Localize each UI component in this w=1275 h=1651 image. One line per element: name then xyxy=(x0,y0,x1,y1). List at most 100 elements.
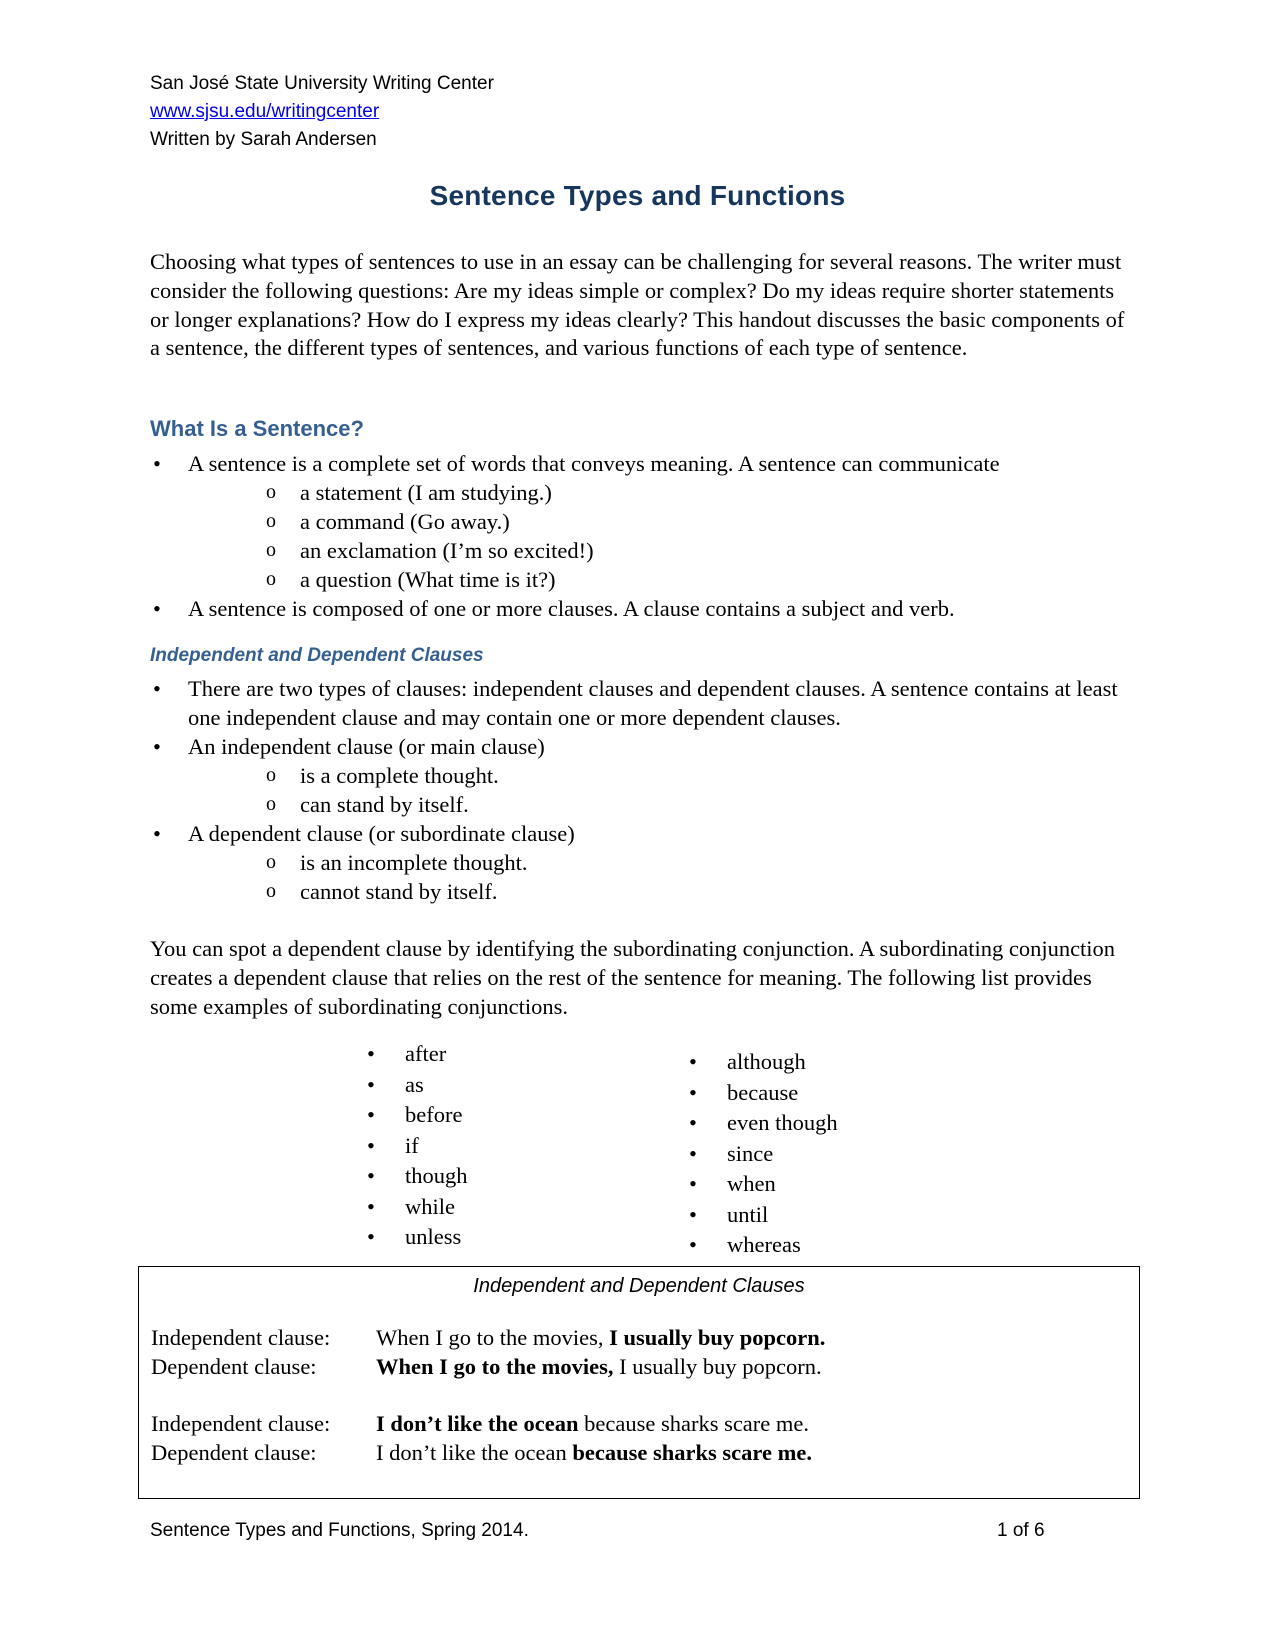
author-line: Written by Sarah Andersen xyxy=(150,129,377,150)
conjunction-item: • until xyxy=(689,1200,838,1231)
example-row: Dependent clause: I don’t like the ocean … xyxy=(151,1438,812,1467)
organization-name: San José State University Writing Center xyxy=(150,73,494,94)
conjunction-text: until xyxy=(727,1201,769,1227)
example-row-label: Dependent clause: xyxy=(151,1354,317,1379)
sub-item-text: an exclamation (I’m so excited!) xyxy=(300,538,594,563)
hollow-bullet-icon: o xyxy=(266,851,276,873)
example-text-bold: I don’t like the ocean xyxy=(376,1411,579,1436)
hollow-bullet-icon: o xyxy=(266,764,276,786)
conjunction-item: • even though xyxy=(689,1108,838,1139)
sub-item-text: a statement (I am studying.) xyxy=(300,480,552,505)
conjunction-item: • if xyxy=(367,1131,468,1162)
conjunction-item: • because xyxy=(689,1078,838,1109)
conjunction-text: unless xyxy=(405,1224,462,1249)
conjunction-item: • unless xyxy=(367,1222,468,1253)
sub-list: o is an incomplete thought. o cannot stand… xyxy=(188,848,1130,906)
conjunction-item: • whereas xyxy=(689,1230,838,1261)
conjunction-text: after xyxy=(405,1041,447,1066)
example-row-label: Independent clause: xyxy=(151,1411,331,1436)
list-item: • A sentence is a complete set of words … xyxy=(150,449,1130,594)
list-item: • An independent clause (or main clause)… xyxy=(150,732,1130,819)
list-item: • There are two types of clauses: indepe… xyxy=(150,674,1130,732)
conjunction-text: because xyxy=(727,1079,799,1105)
hollow-bullet-icon: o xyxy=(266,510,276,532)
bullet-icon: • xyxy=(689,1201,697,1227)
conjunction-text: whereas xyxy=(727,1232,801,1257)
sub-list: o is a complete thought. o can stand by it… xyxy=(188,761,1130,819)
example-clauses-box: Independent and Dependent Clauses Indepe… xyxy=(138,1266,1140,1499)
conjunction-text: if xyxy=(405,1132,419,1158)
conjunction-list-left: • after • as • before • if • though • while • u… xyxy=(367,1039,468,1253)
conjunction-item: • though xyxy=(367,1161,468,1192)
example-text-regular: When I go to the movies, xyxy=(376,1325,610,1350)
sub-list-item: o can stand by itself. xyxy=(188,790,1130,819)
sub-item-text: is a complete thought. xyxy=(300,763,499,788)
list-item: • A sentence is composed of one or more … xyxy=(150,594,1130,623)
sub-item-text: can stand by itself. xyxy=(300,792,469,817)
example-text-bold: I usually buy popcorn. xyxy=(609,1325,826,1350)
conjunction-item: • since xyxy=(689,1139,838,1170)
sub-item-text: a question (What time is it?) xyxy=(300,567,556,592)
sub-list-item: o cannot stand by itself. xyxy=(188,877,1130,906)
example-text-regular: I don’t like the ocean xyxy=(376,1440,573,1465)
conjunction-text: as xyxy=(405,1071,424,1097)
example-box-caption: Independent and Dependent Clauses xyxy=(473,1275,805,1297)
sub-list-item: o a statement (I am studying.) xyxy=(188,478,1130,507)
conjunction-text: while xyxy=(405,1193,455,1219)
subheading-clauses: Independent and Dependent Clauses xyxy=(150,645,484,666)
conjunction-text: since xyxy=(727,1140,774,1166)
sub-item-text: cannot stand by itself. xyxy=(300,879,498,904)
conjunction-text: though xyxy=(405,1163,468,1188)
sentence-bullet-list: • A sentence is a complete set of words … xyxy=(150,449,1130,623)
list-item-text: A dependent clause (or subordinate claus… xyxy=(188,821,575,846)
bullet-icon: • xyxy=(367,1193,375,1219)
list-item-text: An independent clause (or main clause) xyxy=(188,734,545,759)
hollow-bullet-icon: o xyxy=(266,880,276,902)
example-row: Dependent clause: When I go to the movies… xyxy=(151,1352,822,1381)
list-item-text: There are two types of clauses: independ… xyxy=(188,676,1118,730)
footer-document-info: Sentence Types and Functions, Spring 201… xyxy=(150,1520,529,1541)
sub-item-text: is an incomplete thought. xyxy=(300,850,528,875)
bullet-icon: • xyxy=(367,1132,375,1158)
bullet-icon: • xyxy=(689,1232,697,1257)
bullet-icon: • xyxy=(153,676,161,701)
hollow-bullet-icon: o xyxy=(266,481,276,503)
example-row: Independent clause: I don’t like the ocea… xyxy=(151,1409,809,1438)
bullet-icon: • xyxy=(367,1071,375,1097)
conjunction-item: • after xyxy=(367,1039,468,1070)
conjunction-item: • when xyxy=(689,1169,838,1200)
sub-list-item: o a command (Go away.) xyxy=(188,507,1130,536)
conjunction-item: • while xyxy=(367,1192,468,1223)
conjunction-text: when xyxy=(727,1171,776,1196)
bullet-icon: • xyxy=(153,734,161,759)
footer-page-number: 1 of 6 xyxy=(997,1520,1045,1541)
hollow-bullet-icon: o xyxy=(266,568,276,590)
conjunction-text: even though xyxy=(727,1110,838,1135)
example-text-regular: because sharks scare me. xyxy=(578,1411,810,1436)
sub-list-item: o is an incomplete thought. xyxy=(188,848,1130,877)
sub-list: o a statement (I am studying.) o a command… xyxy=(188,478,1130,594)
sub-list-item: o is a complete thought. xyxy=(188,761,1130,790)
sub-list-item: o an exclamation (I’m so excited!) xyxy=(188,536,1130,565)
bullet-icon: • xyxy=(689,1049,697,1074)
conjunction-item: • as xyxy=(367,1070,468,1101)
bullet-icon: • xyxy=(689,1110,697,1135)
bullet-icon: • xyxy=(367,1102,375,1127)
bullet-icon: • xyxy=(367,1041,375,1066)
bullet-icon: • xyxy=(367,1163,375,1188)
website-link[interactable]: www.sjsu.edu/writingcenter xyxy=(150,101,379,122)
conjunction-item: • although xyxy=(689,1047,838,1078)
list-item-text: A sentence is a complete set of words th… xyxy=(188,451,1000,476)
example-text-bold: because sharks scare me. xyxy=(572,1440,812,1465)
bullet-icon: • xyxy=(689,1140,697,1166)
bullet-icon: • xyxy=(153,596,161,621)
conjunction-text: although xyxy=(727,1049,806,1074)
hollow-bullet-icon: o xyxy=(266,539,276,561)
example-row: Independent clause: When I go to the movi… xyxy=(151,1323,825,1352)
list-item: • A dependent clause (or subordinate cla… xyxy=(150,819,1130,906)
example-row-label: Independent clause: xyxy=(151,1325,331,1350)
section-heading-what-is-a-sentence: What Is a Sentence? xyxy=(150,416,364,441)
conjunction-paragraph: You can spot a dependent clause by ident… xyxy=(150,936,1116,1019)
example-text-regular: I usually buy popcorn. xyxy=(613,1354,822,1379)
sub-item-text: a command (Go away.) xyxy=(300,509,510,534)
